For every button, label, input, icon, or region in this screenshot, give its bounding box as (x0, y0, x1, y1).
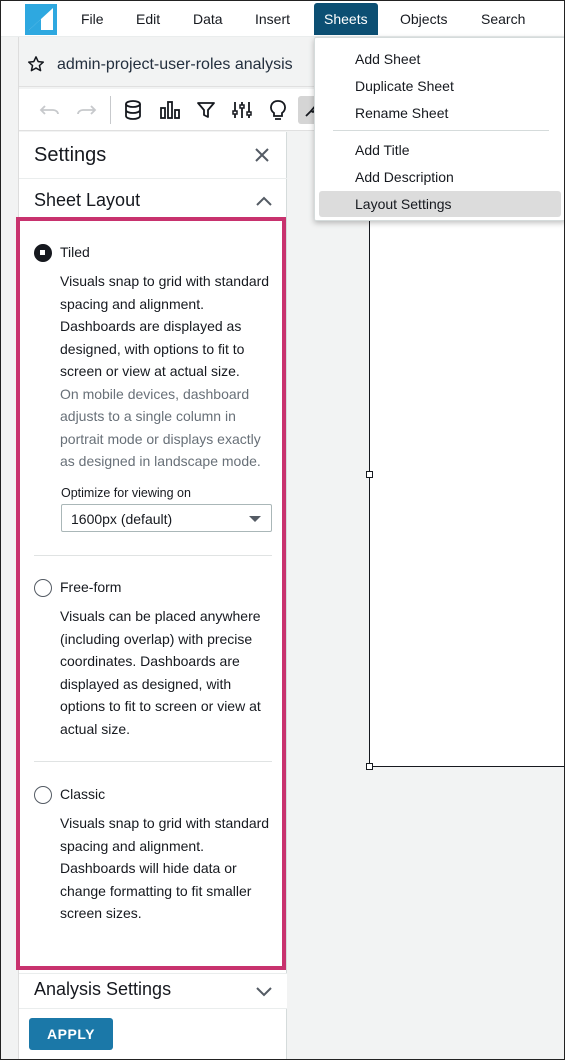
menu-sheets[interactable]: Sheets (314, 3, 378, 35)
optimize-viewing-select[interactable]: 1600px (default) (61, 504, 272, 532)
app-window: File Edit Data Insert Sheets Objects Sea… (0, 0, 565, 1060)
classic-description: Visuals snap to grid with standard spaci… (60, 815, 270, 921)
chevron-down-icon[interactable] (255, 984, 273, 997)
caret-down-icon (249, 516, 261, 522)
menu-divider (333, 130, 549, 131)
redo-icon[interactable] (73, 97, 99, 123)
classic-radio[interactable] (34, 786, 52, 804)
menu-edit[interactable]: Edit (126, 1, 170, 37)
favorite-star-icon[interactable] (27, 55, 45, 78)
parameters-icon[interactable] (229, 97, 255, 123)
optimize-viewing-value: 1600px (default) (71, 511, 173, 527)
apply-button[interactable]: APPLY (29, 1018, 113, 1050)
analysis-settings-section-header[interactable]: Analysis Settings (19, 973, 287, 1009)
menu-insert[interactable]: Insert (245, 1, 300, 37)
menu-file[interactable]: File (71, 1, 114, 37)
menu-search[interactable]: Search (471, 1, 535, 37)
tiled-description: Visuals snap to grid with standard spaci… (60, 270, 274, 473)
menu-add-sheet[interactable]: Add Sheet (319, 46, 561, 72)
sheets-menu-dropdown: Add Sheet Duplicate Sheet Rename Sheet A… (314, 37, 564, 221)
freeform-label[interactable]: Free-form (60, 579, 121, 595)
menu-add-description[interactable]: Add Description (319, 164, 561, 190)
freeform-radio[interactable] (34, 579, 52, 597)
dataset-icon[interactable] (120, 97, 146, 123)
tiled-mobile-note: On mobile devices, dashboard adjusts to … (60, 385, 261, 470)
option-divider (34, 555, 272, 556)
menu-layout-settings[interactable]: Layout Settings (319, 191, 561, 217)
tiled-label[interactable]: Tiled (60, 244, 90, 260)
sheet-layout-title: Sheet Layout (34, 190, 141, 210)
toolbar-divider (110, 96, 111, 124)
filter-icon[interactable] (193, 97, 219, 123)
sheet-layout-section-header[interactable]: Sheet Layout (19, 180, 287, 220)
undo-icon[interactable] (37, 97, 63, 123)
optimize-label: Optimize for viewing on (61, 486, 191, 500)
insights-lightbulb-icon[interactable] (265, 97, 291, 123)
sheet-area[interactable] (366, 201, 564, 770)
visual-chart-icon[interactable] (157, 97, 183, 123)
menu-objects[interactable]: Objects (390, 1, 457, 37)
chevron-up-icon[interactable] (255, 194, 273, 206)
menu-bar: File Edit Data Insert Sheets Objects Sea… (1, 1, 564, 37)
freeform-description: Visuals can be placed anywhere (includin… (60, 608, 261, 737)
quicksight-logo-icon[interactable] (25, 4, 57, 35)
classic-label[interactable]: Classic (60, 786, 105, 802)
layout-option-freeform: Free-form Visuals can be placed anywhere… (34, 579, 272, 749)
resize-handle[interactable] (366, 763, 373, 770)
analysis-title[interactable]: admin-project-user-roles analysis (57, 56, 293, 74)
menu-add-title[interactable]: Add Title (319, 137, 561, 163)
resize-handle[interactable] (366, 471, 373, 478)
close-icon[interactable] (253, 146, 271, 164)
settings-panel-header: Settings (19, 132, 287, 179)
settings-panel-title: Settings (34, 144, 107, 166)
layout-option-classic: Classic Visuals snap to grid with standa… (34, 786, 272, 936)
tiled-description-text: Visuals snap to grid with standard spaci… (60, 273, 270, 379)
menu-duplicate-sheet[interactable]: Duplicate Sheet (319, 73, 561, 99)
tiled-radio[interactable] (34, 244, 52, 262)
menu-data[interactable]: Data (183, 1, 233, 37)
layout-option-tiled: Tiled Visuals snap to grid with standard… (34, 244, 272, 474)
analysis-settings-title: Analysis Settings (34, 979, 172, 999)
menu-rename-sheet[interactable]: Rename Sheet (319, 100, 561, 126)
option-divider (34, 761, 272, 762)
